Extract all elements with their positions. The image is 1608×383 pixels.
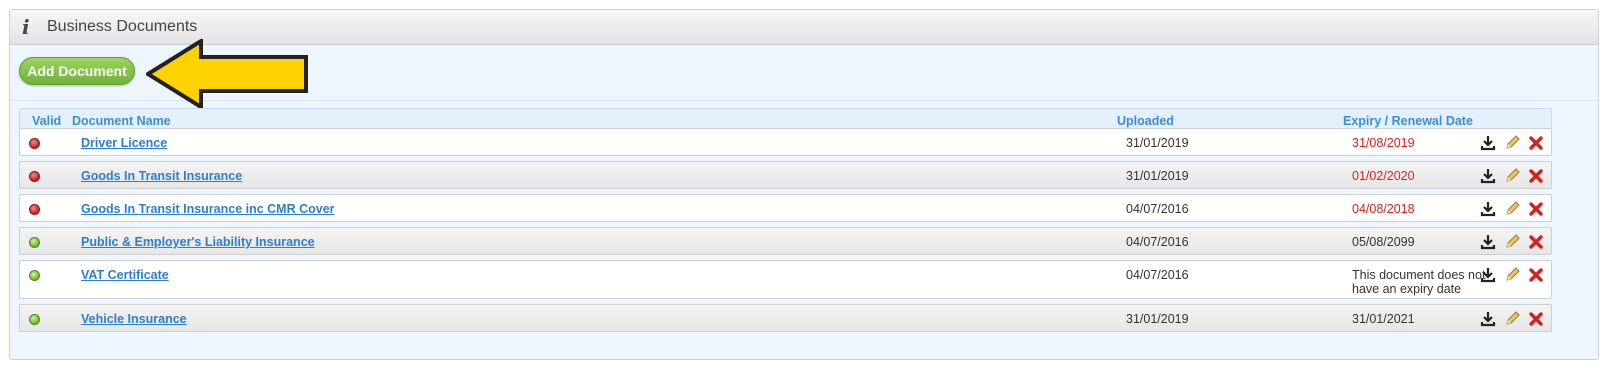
download-icon[interactable]: [1480, 311, 1496, 327]
table-row: Goods In Transit Insurance inc CMR Cover…: [19, 194, 1552, 222]
expiry-date: 31/08/2019: [1352, 136, 1415, 150]
edit-pencil-icon[interactable]: [1504, 201, 1520, 217]
download-icon[interactable]: [1480, 234, 1496, 250]
business-documents-panel: i Business Documents Add Document Valid …: [9, 9, 1599, 360]
table-row: Driver Licence 31/01/2019 31/08/2019: [19, 128, 1552, 156]
uploaded-date: 04/07/2016: [1126, 202, 1189, 216]
invalid-status-icon: [29, 204, 40, 215]
download-icon[interactable]: [1480, 135, 1496, 151]
expiry-date: 01/02/2020: [1352, 169, 1415, 183]
panel-title: Business Documents: [47, 18, 198, 35]
toolbar: Add Document: [10, 39, 1598, 109]
add-document-button[interactable]: Add Document: [19, 57, 135, 85]
document-name-link[interactable]: Goods In Transit Insurance: [81, 169, 242, 183]
document-name-link[interactable]: Goods In Transit Insurance inc CMR Cover: [81, 202, 335, 216]
uploaded-date: 04/07/2016: [1126, 235, 1189, 249]
invalid-status-icon: [29, 138, 40, 149]
delete-x-icon[interactable]: [1528, 234, 1544, 250]
uploaded-date: 31/01/2019: [1126, 169, 1189, 183]
valid-status-icon: [29, 237, 40, 248]
edit-pencil-icon[interactable]: [1504, 168, 1520, 184]
expiry-date: 05/08/2099: [1352, 235, 1415, 249]
pointer-arrow-icon: [146, 39, 308, 109]
col-expiry[interactable]: Expiry / Renewal Date: [1343, 114, 1473, 128]
download-icon[interactable]: [1480, 168, 1496, 184]
document-name-link[interactable]: Vehicle Insurance: [81, 312, 187, 326]
uploaded-date: 31/01/2019: [1126, 312, 1189, 326]
table-row: Vehicle Insurance 31/01/2019 31/01/2021: [19, 304, 1552, 332]
delete-x-icon[interactable]: [1528, 135, 1544, 151]
delete-x-icon[interactable]: [1528, 168, 1544, 184]
document-name-link[interactable]: Driver Licence: [81, 136, 167, 150]
valid-status-icon: [29, 270, 40, 281]
document-name-link[interactable]: VAT Certificate: [81, 268, 169, 282]
expiry-date: 31/01/2021: [1352, 312, 1415, 326]
table-row: VAT Certificate 04/07/2016 This document d…: [19, 260, 1552, 299]
info-icon: i: [22, 15, 30, 39]
document-name-link[interactable]: Public & Employer's Liability Insurance: [81, 235, 315, 249]
edit-pencil-icon[interactable]: [1504, 267, 1520, 283]
valid-status-icon: [29, 314, 40, 325]
expiry-date: 04/08/2018: [1352, 202, 1415, 216]
table-row: Goods In Transit Insurance 31/01/2019 01/0…: [19, 161, 1552, 189]
edit-pencil-icon[interactable]: [1504, 135, 1520, 151]
edit-pencil-icon[interactable]: [1504, 311, 1520, 327]
col-valid: Valid: [32, 114, 62, 128]
expiry-date: This document does not have an expiry da…: [1352, 268, 1486, 296]
delete-x-icon[interactable]: [1528, 267, 1544, 283]
invalid-status-icon: [29, 171, 40, 182]
delete-x-icon[interactable]: [1528, 201, 1544, 217]
col-uploaded[interactable]: Uploaded: [1117, 114, 1174, 128]
delete-x-icon[interactable]: [1528, 311, 1544, 327]
uploaded-date: 31/01/2019: [1126, 136, 1189, 150]
download-icon[interactable]: [1480, 201, 1496, 217]
table-row: Public & Employer's Liability Insurance 0…: [19, 227, 1552, 255]
col-document-name[interactable]: Document Name: [72, 114, 171, 128]
edit-pencil-icon[interactable]: [1504, 234, 1520, 250]
uploaded-date: 04/07/2016: [1126, 268, 1189, 282]
download-icon[interactable]: [1480, 267, 1496, 283]
